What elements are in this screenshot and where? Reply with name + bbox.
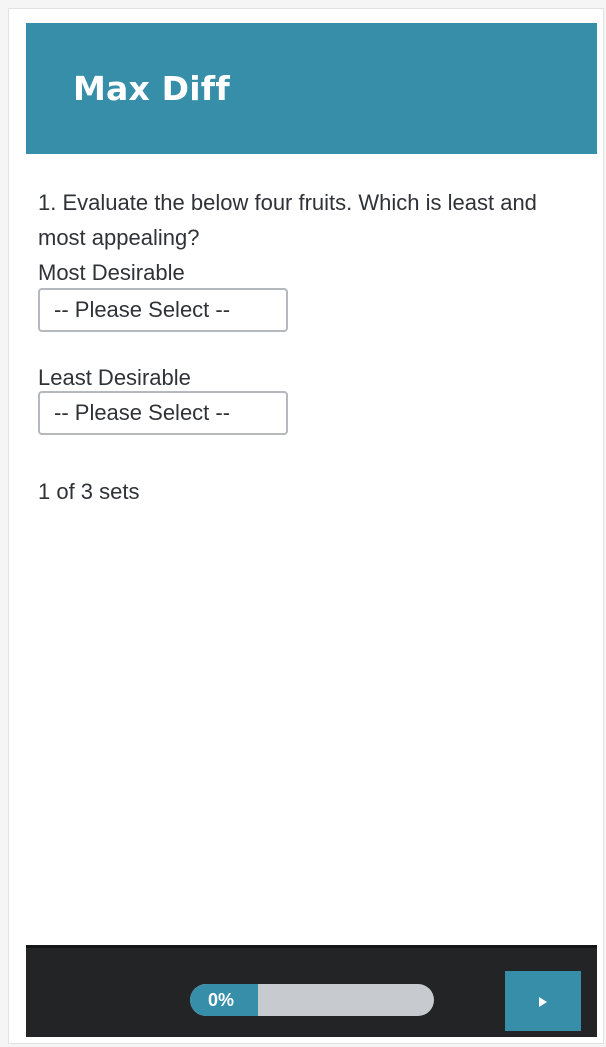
least-desirable-select[interactable]: -- Please Select -- <box>38 391 288 435</box>
least-desirable-label: Least Desirable <box>38 365 191 390</box>
next-button[interactable] <box>505 971 581 1031</box>
most-desirable-label: Most Desirable <box>38 260 185 285</box>
survey-footer: 0% <box>26 945 597 1037</box>
question-text: 1. Evaluate the below four fruits. Which… <box>38 190 537 250</box>
page-container: Max Diff 1. Evaluate the below four frui… <box>8 8 604 1044</box>
survey-title: Max Diff <box>73 69 230 108</box>
survey-frame: Max Diff 1. Evaluate the below four frui… <box>26 23 597 1037</box>
survey-header: Max Diff <box>26 23 597 154</box>
progress-percent: 0% <box>208 990 235 1010</box>
most-desirable-select[interactable]: -- Please Select -- <box>38 288 288 332</box>
set-counter: 1 of 3 sets <box>38 479 140 504</box>
progress-bar: 0% <box>190 984 434 1016</box>
play-triangle-icon <box>539 997 547 1007</box>
